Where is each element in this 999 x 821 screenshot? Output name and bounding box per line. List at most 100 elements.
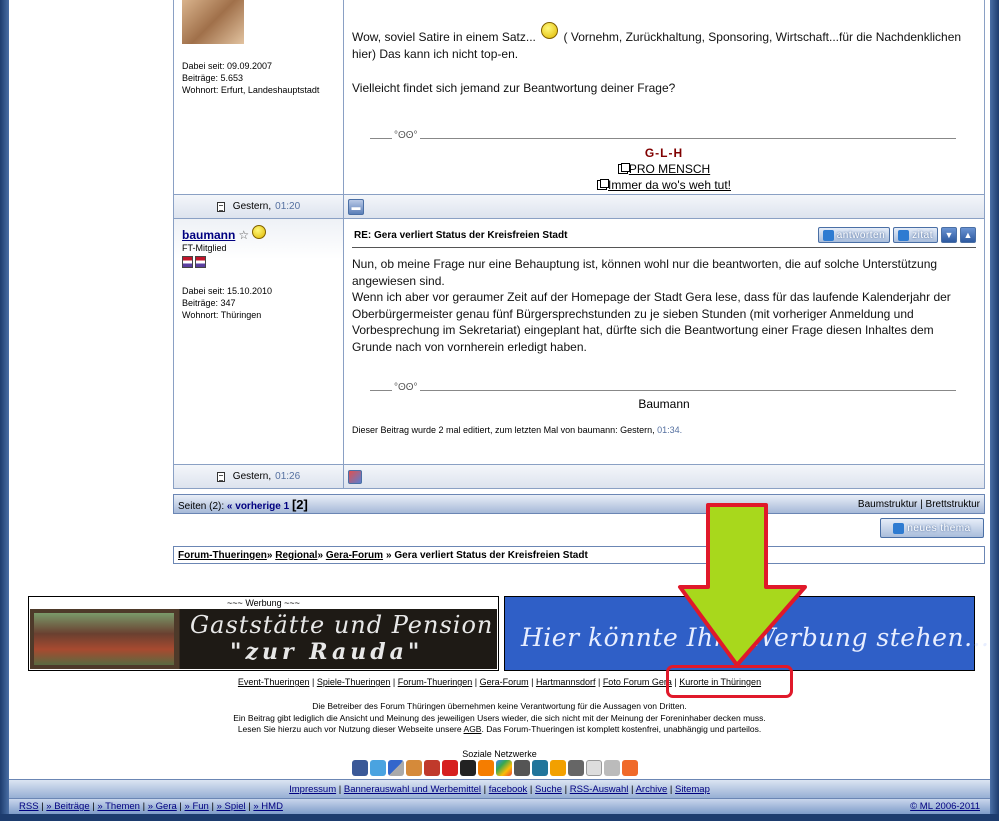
post-text-line: Vielleicht findet sich jemand zur Beantw… (352, 81, 676, 95)
post-2-footer: Gestern, 01:26 (173, 464, 985, 489)
nav-themen[interactable]: » Themen (97, 801, 140, 812)
disclaimer-line: . Das Forum-Thueringen ist komplett kost… (481, 724, 762, 734)
breadcrumb-sep: » (317, 549, 326, 561)
pagination-label: Seiten (2): (178, 500, 225, 512)
author-posts: Beiträge: 347 (182, 298, 236, 308)
eyes-icon: °ʘʘ° (392, 382, 420, 393)
myspace-icon[interactable] (460, 760, 476, 776)
signature-title: G-L-H (644, 146, 684, 160)
link-spiele-thueringen[interactable]: Spiele-Thueringen (317, 677, 391, 687)
add-more-icon[interactable] (622, 760, 638, 776)
digg-icon[interactable] (406, 760, 422, 776)
google-icon[interactable] (496, 760, 512, 776)
post-2-date: Gestern, 01:26 (174, 465, 344, 488)
post-2-author-panel: baumann ☆ FT-Mitglied Dabei seit: 15.10.… (174, 219, 344, 464)
down-arrow-icon[interactable]: ▼ (941, 227, 957, 243)
profile-icon[interactable]: ▬ (348, 198, 364, 215)
delicious-icon[interactable] (388, 760, 404, 776)
current-page: [2] (291, 496, 308, 512)
post-1: Dabei seit: 09.09.2007 Beiträge: 5.653 W… (173, 0, 985, 194)
avatar[interactable] (182, 0, 244, 44)
window-frame-right (990, 0, 999, 821)
stumbleupon-icon[interactable] (568, 760, 584, 776)
tree-view-link[interactable]: Baumstruktur (858, 499, 917, 510)
reply-button[interactable]: antworten (817, 227, 891, 243)
nav-hmd[interactable]: » HMD (253, 801, 283, 812)
rss-icon[interactable] (514, 760, 530, 776)
facebook-icon[interactable] (352, 760, 368, 776)
smiley-icon (252, 225, 267, 239)
link-archive[interactable]: Archive (636, 784, 668, 795)
board-view-link[interactable]: Brettstruktur (926, 499, 980, 510)
post-time: 01:20 (275, 201, 301, 212)
edit-time: 01:34. (657, 425, 683, 435)
breadcrumb-forum[interactable]: Forum-Thueringen (178, 550, 267, 561)
link-suche[interactable]: Suche (535, 784, 562, 795)
page-1-link[interactable]: 1 (284, 501, 290, 512)
nav-gera[interactable]: » Gera (148, 801, 177, 812)
new-thread-icon (893, 522, 905, 534)
post-1-author-panel: Dabei seit: 09.09.2007 Beiträge: 5.653 W… (174, 0, 344, 194)
blogger-icon[interactable] (478, 760, 494, 776)
quote-button-label: zitat (912, 229, 933, 241)
webnews-icon[interactable] (442, 760, 458, 776)
link-facebook[interactable]: facebook (489, 784, 528, 795)
ad-title: Gaststätte und Pension (190, 611, 494, 639)
post-2: baumann ☆ FT-Mitglied Dabei seit: 15.10.… (173, 219, 985, 464)
document-icon (216, 471, 225, 482)
mister-wong-icon[interactable] (424, 760, 440, 776)
link-hartmannsdorf[interactable]: Hartmannsdorf (536, 677, 596, 687)
link-forum-thueringen[interactable]: Forum-Thueringen (398, 677, 473, 687)
wordpress-icon[interactable] (532, 760, 548, 776)
ad-caption: ~~~ Werbung ~~~ (227, 598, 300, 608)
building-photo (34, 613, 174, 665)
signature-link-immer-da[interactable]: Immer da wo's weh tut! (608, 178, 731, 192)
disclaimer: Die Betreiber des Forum Thüringen überne… (0, 701, 999, 736)
link-foto-forum-gera[interactable]: Foto Forum Gera (603, 677, 672, 687)
link-banner[interactable]: Bannerauswahl und Werbemittel (344, 784, 481, 795)
bottom-nav-bar: RSS | » Beiträge | » Themen | » Gera | »… (9, 798, 990, 814)
ad-image: Gaststätte und Pension "zur Rauda" (30, 609, 497, 669)
twitter-icon[interactable] (370, 760, 386, 776)
post-paragraph: Nun, ob meine Frage nur eine Behauptung … (352, 257, 938, 288)
reply-button-label: antworten (836, 229, 886, 241)
external-link-icon (617, 163, 630, 174)
post-text-line: hier) Das kann ich nicht top-en. (352, 47, 519, 61)
link-impressum[interactable]: Impressum (289, 784, 336, 795)
up-arrow-icon[interactable]: ▲ (960, 227, 976, 243)
link-event-thueringen[interactable]: Event-Thueringen (238, 677, 310, 687)
nav-rss[interactable]: RSS (19, 801, 39, 812)
posts-table: Dabei seit: 09.09.2007 Beiträge: 5.653 W… (173, 0, 985, 489)
post-text-line: ( Vornehm, Zurückhaltung, Sponsoring, Wi… (563, 30, 962, 44)
breadcrumb-gera-forum[interactable]: Gera-Forum (326, 550, 383, 561)
prev-page-link[interactable]: « vorherige (227, 501, 281, 512)
link-rss-auswahl[interactable]: RSS-Auswahl (570, 784, 629, 795)
user-profile-icon[interactable] (348, 469, 362, 484)
author-name[interactable]: baumann (182, 229, 235, 241)
ad-banner-rauda[interactable]: ~~~ Werbung ~~~ Gaststätte und Pension "… (28, 596, 499, 671)
reply-icon (822, 229, 834, 241)
agb-link[interactable]: AGB (464, 724, 482, 734)
quote-button[interactable]: zitat (893, 227, 938, 243)
email-icon[interactable] (586, 760, 602, 776)
signature-link-pro-mensch[interactable]: PRO MENSCH (629, 162, 710, 176)
link-gera-forum[interactable]: Gera-Forum (480, 677, 529, 687)
annotation-highlight-box (666, 665, 793, 698)
post-2-body: RE: Gera verliert Status der Kreisfreien… (344, 219, 984, 464)
breadcrumb-regional[interactable]: Regional (275, 550, 317, 561)
external-link-icon (597, 179, 609, 190)
bookmark-icon[interactable] (604, 760, 620, 776)
nav-fun[interactable]: » Fun (185, 801, 209, 812)
post-text-line: Wow, soviel Satire in einem Satz... (352, 30, 536, 44)
link-sitemap[interactable]: Sitemap (675, 784, 710, 795)
breadcrumb: Forum-Thueringen» Regional» Gera-Forum »… (173, 546, 985, 564)
nav-spiel[interactable]: » Spiel (217, 801, 246, 812)
post-2-text: Nun, ob meine Frage nur eine Behauptung … (352, 256, 976, 355)
new-thread-button[interactable]: neues thema (880, 518, 984, 538)
posterous-icon[interactable] (550, 760, 566, 776)
nav-beitraege[interactable]: » Beiträge (46, 801, 89, 812)
copyright-link[interactable]: © ML 2006-2011 (910, 799, 980, 814)
signature-divider: °ʘʘ° (370, 130, 956, 143)
author-rank: FT-Mitglied (182, 243, 227, 253)
breadcrumb-sep: » (266, 549, 276, 561)
